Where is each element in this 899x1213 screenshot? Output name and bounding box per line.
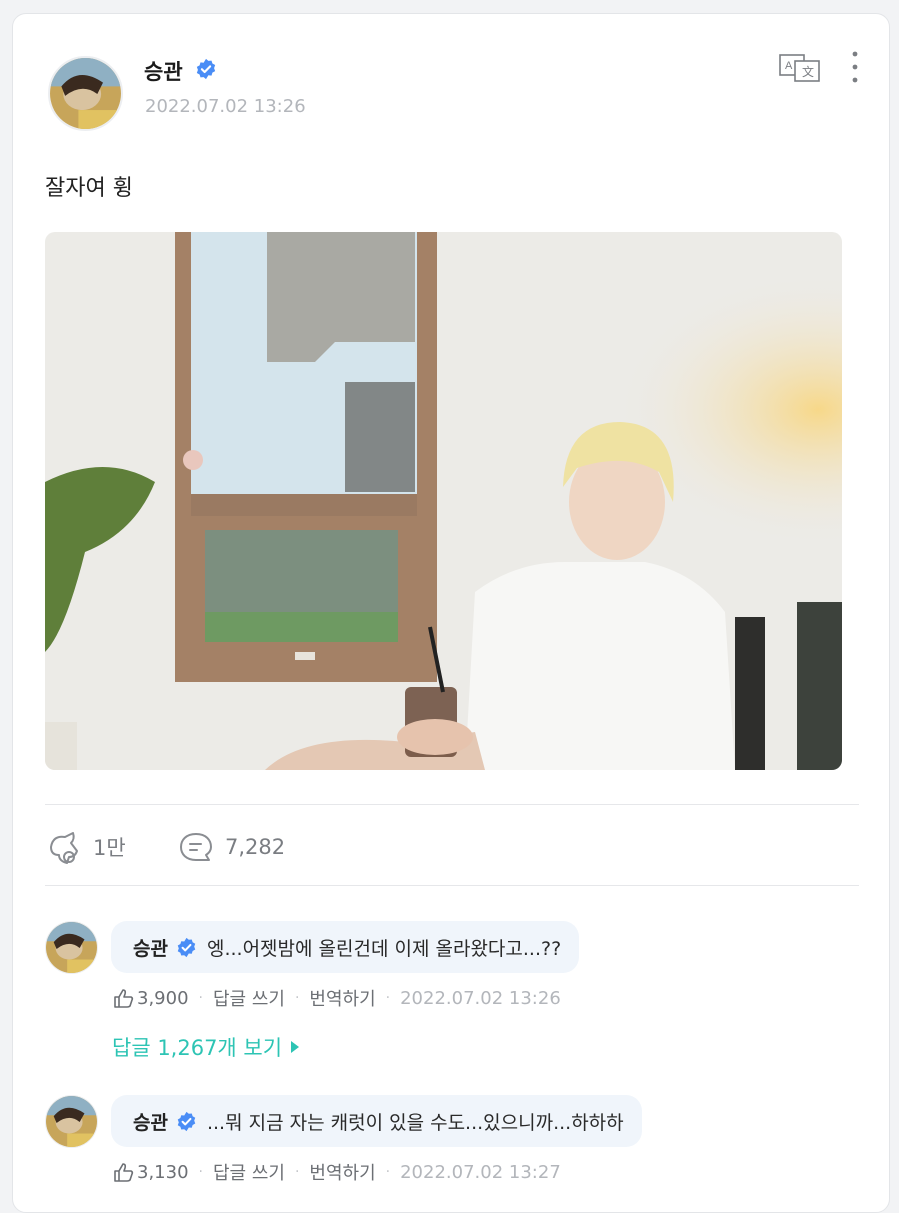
comment-text: ...뭐 지금 자는 캐럿이 있을 수도...있으니까...하하하 — [206, 1111, 624, 1134]
comment-avatar[interactable] — [45, 921, 98, 974]
view-replies-label: 답글 1,267개 보기 — [112, 1036, 283, 1060]
verified-badge-icon — [196, 58, 216, 80]
meta-separator: · — [198, 990, 203, 1006]
translate-icon[interactable]: A 文 — [779, 54, 821, 82]
comment-meta: 3,130 · 답글 쓰기 · 번역하기 · 2022.07.02 13:27 — [113, 1159, 561, 1185]
view-replies-link[interactable]: 답글 1,267개 보기 — [112, 1032, 300, 1062]
comment-meta: 3,900 · 답글 쓰기 · 번역하기 · 2022.07.02 13:26 — [113, 985, 561, 1011]
thumbs-up-icon[interactable] — [113, 987, 135, 1009]
comment-stat[interactable]: 7,282 — [177, 829, 285, 865]
svg-text:A: A — [785, 60, 793, 72]
translate-button[interactable]: 번역하기 — [309, 985, 375, 1011]
cheer-like-icon — [50, 832, 78, 864]
post-card: 승관 2022.07.02 13:26 A 文 잘자여 휭 1만 7,282 승… — [12, 13, 890, 1213]
reply-button[interactable]: 답글 쓰기 — [213, 985, 285, 1011]
comment-date: 2022.07.02 13:26 — [400, 987, 561, 1009]
reply-button[interactable]: 답글 쓰기 — [213, 1159, 285, 1185]
comment-bubble: 승관 ...뭐 지금 자는 캐럿이 있을 수도...있으니까...하하하 — [111, 1095, 642, 1147]
post-date: 2022.07.02 13:26 — [145, 96, 306, 117]
meta-separator: · — [385, 1164, 391, 1180]
author-name[interactable]: 승관 — [144, 56, 183, 86]
like-count: 1만 — [93, 836, 126, 860]
comment-bubble: 승관 엥...어젯밤에 올린건데 이제 올라왔다고...?? — [111, 921, 580, 973]
like-stat[interactable]: 1만 — [45, 829, 126, 865]
meta-separator: · — [294, 990, 300, 1006]
author-avatar[interactable] — [48, 56, 123, 131]
verified-badge-icon — [177, 937, 196, 957]
comment-date: 2022.07.02 13:27 — [400, 1161, 561, 1183]
translate-button[interactable]: 번역하기 — [309, 1159, 375, 1185]
comment-text: 엥...어젯밤에 올린건데 이제 올라왔다고...?? — [206, 937, 562, 960]
stats-divider-top — [45, 804, 859, 805]
svg-text:文: 文 — [802, 64, 814, 79]
triangle-right-icon — [291, 1041, 300, 1053]
comment-author[interactable]: 승관 — [133, 1108, 168, 1135]
comment-author[interactable]: 승관 — [133, 934, 168, 961]
meta-separator: · — [385, 990, 391, 1006]
post-photo[interactable] — [45, 232, 842, 770]
verified-badge-icon — [177, 1111, 196, 1131]
meta-separator: · — [294, 1164, 300, 1180]
meta-separator: · — [198, 1164, 203, 1180]
stats-divider-bottom — [45, 885, 859, 886]
comment-like-count: 3,900 — [137, 987, 189, 1009]
comment-avatar[interactable] — [45, 1095, 98, 1148]
comment-count: 7,282 — [225, 835, 286, 859]
comment-icon — [180, 833, 212, 861]
comment-like-count: 3,130 — [137, 1161, 189, 1183]
thumbs-up-icon[interactable] — [113, 1161, 135, 1183]
post-text: 잘자여 휭 — [45, 176, 133, 201]
more-vertical-icon[interactable] — [845, 49, 865, 85]
